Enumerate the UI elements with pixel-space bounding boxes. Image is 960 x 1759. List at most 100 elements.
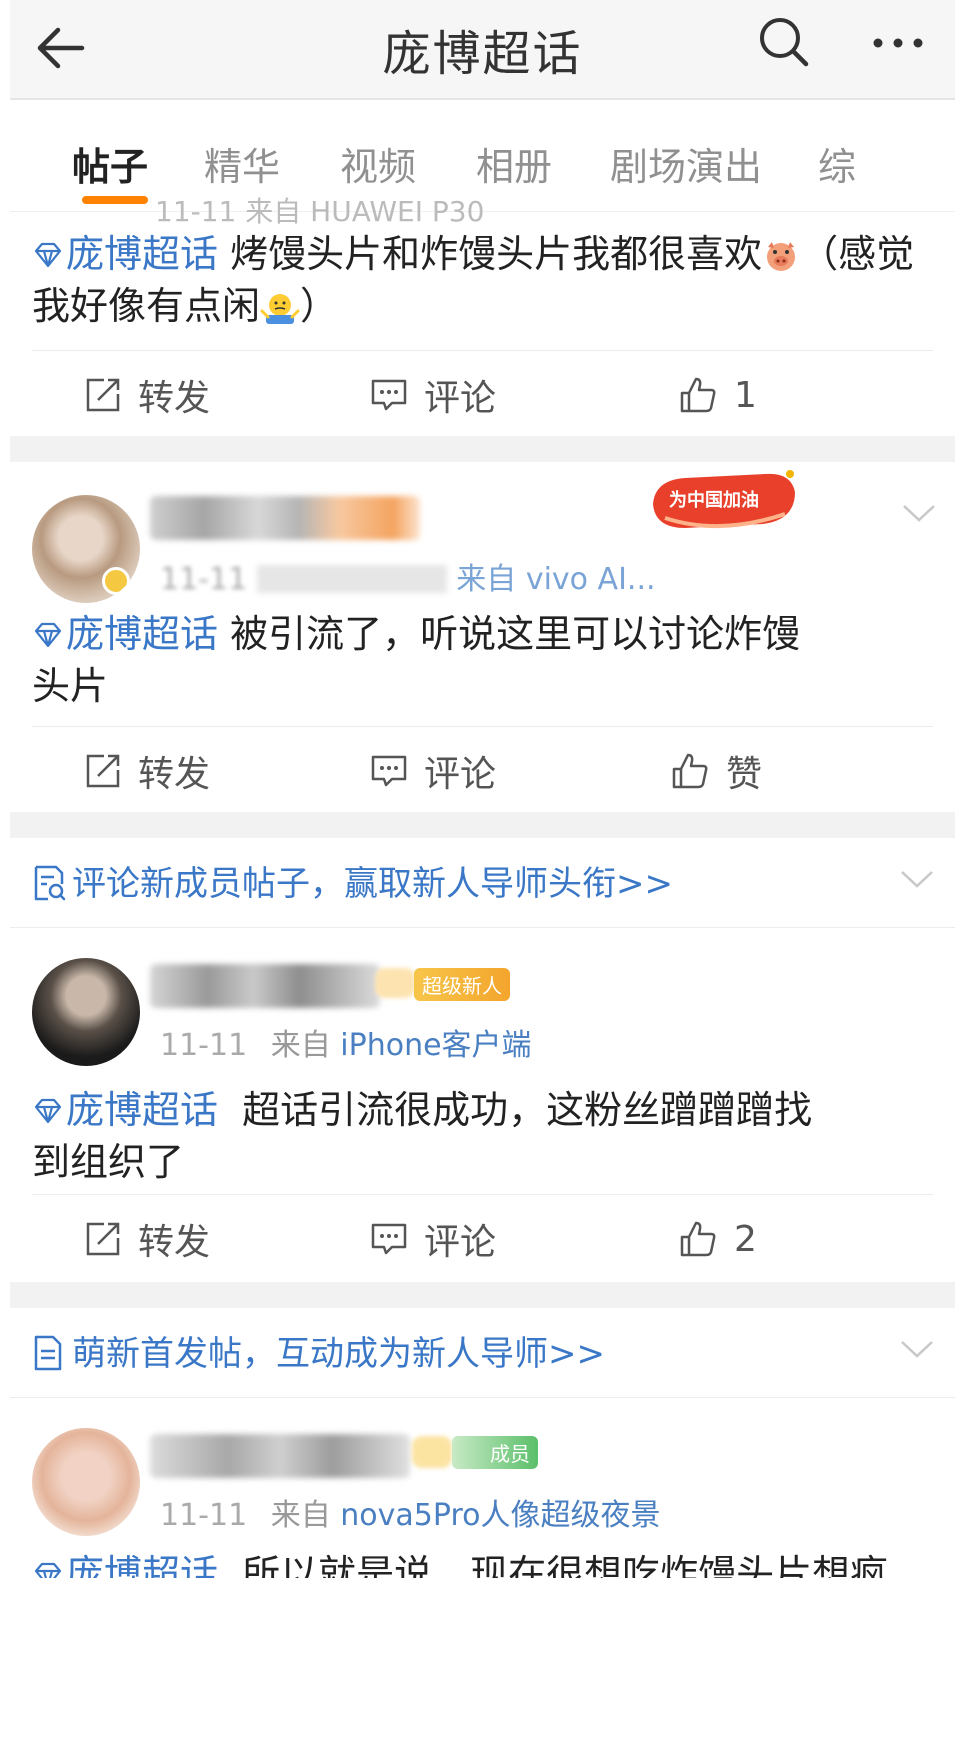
post-source: 来自 vivo AI... xyxy=(456,562,656,597)
repost-label: 转发 xyxy=(138,1222,211,1263)
tab-variety[interactable]: 综 xyxy=(818,136,856,191)
avatar[interactable] xyxy=(32,958,140,1066)
post-meta: 11-11 来自 nova5Pro人像超级夜景 xyxy=(160,1490,660,1534)
shrug-emoji-icon xyxy=(260,294,300,324)
tab-videos[interactable]: 视频 xyxy=(340,136,416,191)
topic-link[interactable]: 庞博超话 xyxy=(32,612,218,656)
post-date: 11-11 xyxy=(160,562,248,597)
section-gap xyxy=(10,1282,955,1308)
repost-label: 转发 xyxy=(138,378,211,419)
post-content: 庞博超话 所以就是说，现在很想吃炸馒头片想疯 xyxy=(32,1548,935,1578)
diamond-icon xyxy=(34,1098,62,1124)
post-text-end: ） xyxy=(300,284,339,328)
viewport: 庞博超话 帖子 精华 视频 相册 剧场演出 综 11-11 来自 HUAWEI … xyxy=(0,0,960,1759)
super-newcomer-badge: 超级新人 xyxy=(414,968,510,1001)
diamond-icon xyxy=(34,622,62,648)
post-date: 11-11 xyxy=(160,1028,248,1063)
sticker-text: 为中国加油 xyxy=(669,489,759,511)
member-badge: 成员 xyxy=(452,1436,538,1469)
app-frame: 庞博超话 帖子 精华 视频 相册 剧场演出 综 11-11 来自 HUAWEI … xyxy=(10,0,955,1759)
like-button[interactable]: 赞 xyxy=(670,726,762,816)
blurred-level-icon xyxy=(375,968,415,998)
post-card[interactable]: 超级新人 11-11 来自 iPhone客户端 庞博超话 超话引流很成功，这粉丝… xyxy=(10,928,955,1282)
post-card[interactable]: 11-11 来自 HUAWEI P30 庞博超话 烤馒头片和炸馒头片我都很喜欢（… xyxy=(10,195,955,436)
banner-text: 评论新成员帖子，赢取新人导师头衔>> xyxy=(72,864,673,904)
post-text: 所以就是说，现在很想吃炸馒头片想疯 xyxy=(242,1552,889,1578)
topic-link[interactable]: 庞博超话 xyxy=(32,232,218,276)
blurred-level-icon xyxy=(412,1436,452,1468)
post-date: 11-11 xyxy=(160,1498,248,1533)
like-count: 2 xyxy=(734,1218,757,1260)
repost-icon xyxy=(86,378,120,412)
tab-albums[interactable]: 相册 xyxy=(476,136,552,191)
comment-label: 评论 xyxy=(424,754,497,795)
thumbs-up-icon xyxy=(680,1221,716,1257)
banner-text: 萌新首发帖，互动成为新人导师>> xyxy=(72,1334,605,1374)
post-from: 来自 xyxy=(270,1498,331,1533)
repost-icon xyxy=(86,1222,120,1256)
comment-label: 评论 xyxy=(424,378,497,419)
topic-label: 庞博超话 xyxy=(66,1552,219,1578)
comment-icon xyxy=(371,379,407,411)
verified-badge xyxy=(102,567,130,595)
post-actions: 转发 评论 1 xyxy=(10,350,955,440)
blurred-username xyxy=(150,964,380,1008)
thumbs-up-icon xyxy=(680,377,716,413)
pig-emoji-icon xyxy=(767,242,796,271)
avatar[interactable] xyxy=(32,495,140,603)
like-label: 赞 xyxy=(726,754,763,795)
post-source[interactable]: nova5Pro人像超级夜景 xyxy=(340,1498,660,1533)
post-content: 庞博超话 被引流了，听说这里可以讨论炸馒头片 xyxy=(32,608,805,712)
comment-button[interactable]: 评论 xyxy=(370,1194,496,1284)
comment-button[interactable]: 评论 xyxy=(370,350,496,440)
newcomer-banner[interactable]: 评论新成员帖子，赢取新人导师头衔>> xyxy=(10,838,955,928)
document-search-icon xyxy=(32,864,66,906)
thumbs-up-icon xyxy=(672,753,708,789)
more-options-icon[interactable] xyxy=(868,28,928,58)
tab-featured[interactable]: 精华 xyxy=(204,136,280,191)
post-card[interactable]: 成员 11-11 来自 nova5Pro人像超级夜景 庞博超话 所以就是说，现在… xyxy=(10,1398,955,1638)
repost-button[interactable]: 转发 xyxy=(84,726,210,816)
blurred-username xyxy=(150,1434,410,1478)
topic-link[interactable]: 庞博超话 xyxy=(32,1088,218,1132)
post-source[interactable]: iPhone客户端 xyxy=(340,1028,531,1063)
tab-posts[interactable]: 帖子 xyxy=(72,136,148,191)
avatar[interactable] xyxy=(32,1428,140,1536)
post-meta: 11-11 来自 HUAWEI P30 xyxy=(155,195,485,228)
active-tab-indicator xyxy=(82,196,148,204)
tab-theater[interactable]: 剧场演出 xyxy=(610,136,762,191)
sticker-badge: 为中国加油 xyxy=(645,464,800,536)
post-card[interactable]: 11-11 来自 vivo AI... 为中国加油 庞博超话 被引流了，听说这里… xyxy=(10,462,955,812)
topic-link[interactable]: 庞博超话 xyxy=(32,1552,218,1578)
comment-label: 评论 xyxy=(424,1222,497,1263)
search-icon[interactable] xyxy=(756,14,814,72)
post-from: 来自 xyxy=(270,1028,331,1063)
chevron-down-icon[interactable] xyxy=(901,502,937,528)
post-content: 庞博超话 超话引流很成功，这粉丝蹭蹭蹭找到组织了 xyxy=(32,1084,825,1188)
feed: 11-11 来自 HUAWEI P30 庞博超话 烤馒头片和炸馒头片我都很喜欢（… xyxy=(10,195,955,1638)
comment-button[interactable]: 评论 xyxy=(370,726,496,816)
like-button[interactable]: 2 xyxy=(678,1194,757,1284)
blurred-meta xyxy=(256,565,447,593)
topic-label: 庞博超话 xyxy=(66,232,219,276)
post-content: 庞博超话 烤馒头片和炸馒头片我都很喜欢 （感觉我好像有点闲） xyxy=(32,228,935,332)
top-nav-bar: 庞博超话 xyxy=(10,0,955,100)
diamond-icon xyxy=(34,1562,62,1578)
repost-label: 转发 xyxy=(138,754,211,795)
post-meta: 11-11 来自 vivo AI... xyxy=(160,554,656,598)
first-post-banner[interactable]: 萌新首发帖，互动成为新人导师>> xyxy=(10,1308,955,1398)
document-icon xyxy=(32,1334,64,1376)
comment-icon xyxy=(371,755,407,787)
like-button[interactable]: 1 xyxy=(678,350,757,440)
comment-icon xyxy=(371,1223,407,1255)
topic-label: 庞博超话 xyxy=(66,1088,219,1132)
repost-button[interactable]: 转发 xyxy=(84,1194,210,1284)
post-actions: 转发 评论 赞 xyxy=(10,726,955,816)
chevron-down-icon[interactable] xyxy=(899,1338,935,1364)
like-count: 1 xyxy=(734,374,757,416)
diamond-icon xyxy=(34,242,62,268)
repost-button[interactable]: 转发 xyxy=(84,350,210,440)
post-actions: 转发 评论 2 xyxy=(10,1194,955,1284)
post-text: 烤馒头片和炸馒头片我都很喜欢 xyxy=(230,232,763,276)
chevron-down-icon[interactable] xyxy=(899,868,935,894)
